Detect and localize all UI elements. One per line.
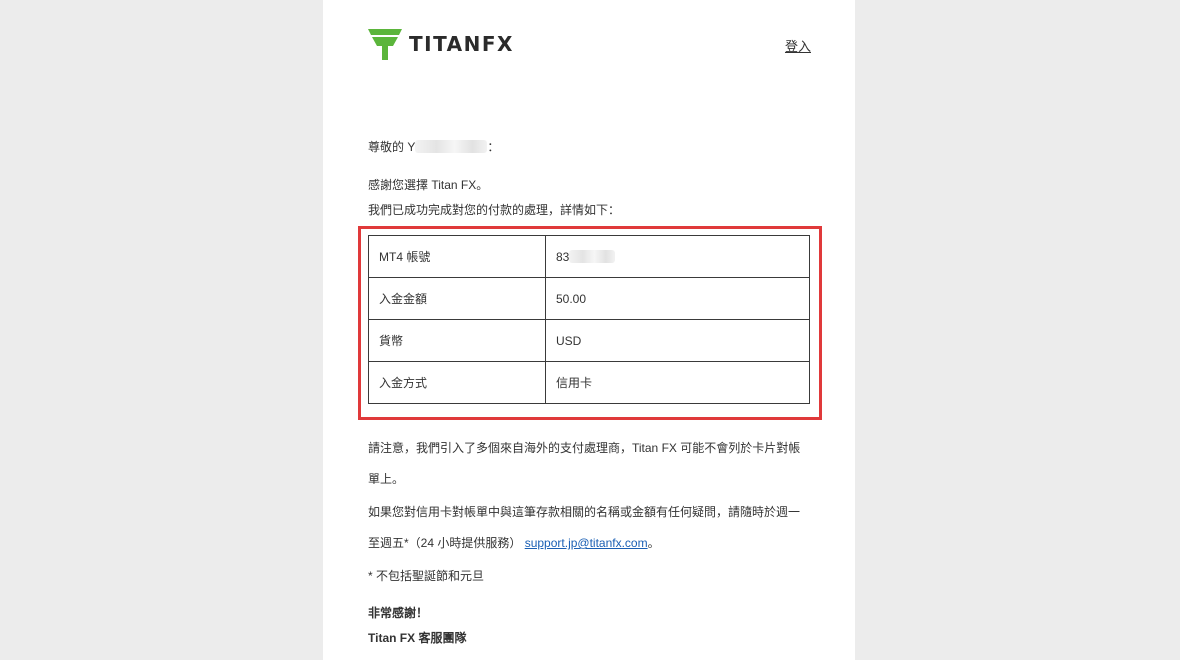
redacted-account [569, 249, 616, 263]
signoff: 非常感謝！ [368, 606, 429, 620]
processor-notice: 請注意，我們引入了多個來自海外的支付處理商，Titan FX 可能不會列於卡片對… [368, 441, 801, 486]
brand-name: TITANFX [409, 32, 514, 56]
method-label: 入金方式 [368, 361, 546, 404]
currency-value: USD [545, 319, 810, 362]
greeting-prefix: 尊敬的 Y [368, 140, 416, 154]
account-number: 83 [556, 249, 570, 264]
login-link[interactable]: 登入 [785, 36, 811, 55]
completed-line: 我們已成功完成對您的付款的處理，詳情如下： [368, 203, 621, 217]
titanfx-logo[interactable]: TITANFX [368, 26, 514, 62]
table-row: MT4 帳號 83 [368, 235, 810, 278]
greeting: 尊敬的 Y ： [368, 139, 499, 155]
method-value: 信用卡 [545, 361, 810, 404]
table-row: 入金金額 50.00 [368, 277, 810, 320]
payment-details-table: MT4 帳號 83 入金金額 50.00 貨幣 USD 入金方式 信用卡 [368, 235, 810, 404]
table-row: 入金方式 信用卡 [368, 361, 810, 404]
thanks-line: 感謝您選擇 Titan FX。 [368, 178, 489, 192]
account-label: MT4 帳號 [368, 235, 546, 278]
currency-label: 貨幣 [368, 319, 546, 362]
greeting-suffix: ： [487, 140, 500, 154]
inquiry-end: 。 [647, 536, 660, 550]
titanfx-shield-icon [368, 29, 402, 60]
support-email-link[interactable]: support.jp@titanfx.com [525, 536, 648, 550]
table-row: 貨幣 USD [368, 319, 810, 362]
amount-value: 50.00 [545, 277, 810, 320]
footnote: * 不包括聖誕節和元旦 [368, 569, 485, 583]
redacted-name [415, 140, 488, 153]
email-body: TITANFX 登入 尊敬的 Y ： 感謝您選擇 Titan FX。 我們已成功完… [323, 0, 855, 660]
inquiry-paragraph: 如果您對信用卡對帳單中與這筆存款相關的名稱或金額有任何疑問，請隨時於週一至週五*… [368, 497, 808, 559]
team-signature: Titan FX 客服團隊 [368, 631, 467, 645]
amount-label: 入金金額 [368, 277, 546, 320]
account-value: 83 [545, 235, 810, 278]
